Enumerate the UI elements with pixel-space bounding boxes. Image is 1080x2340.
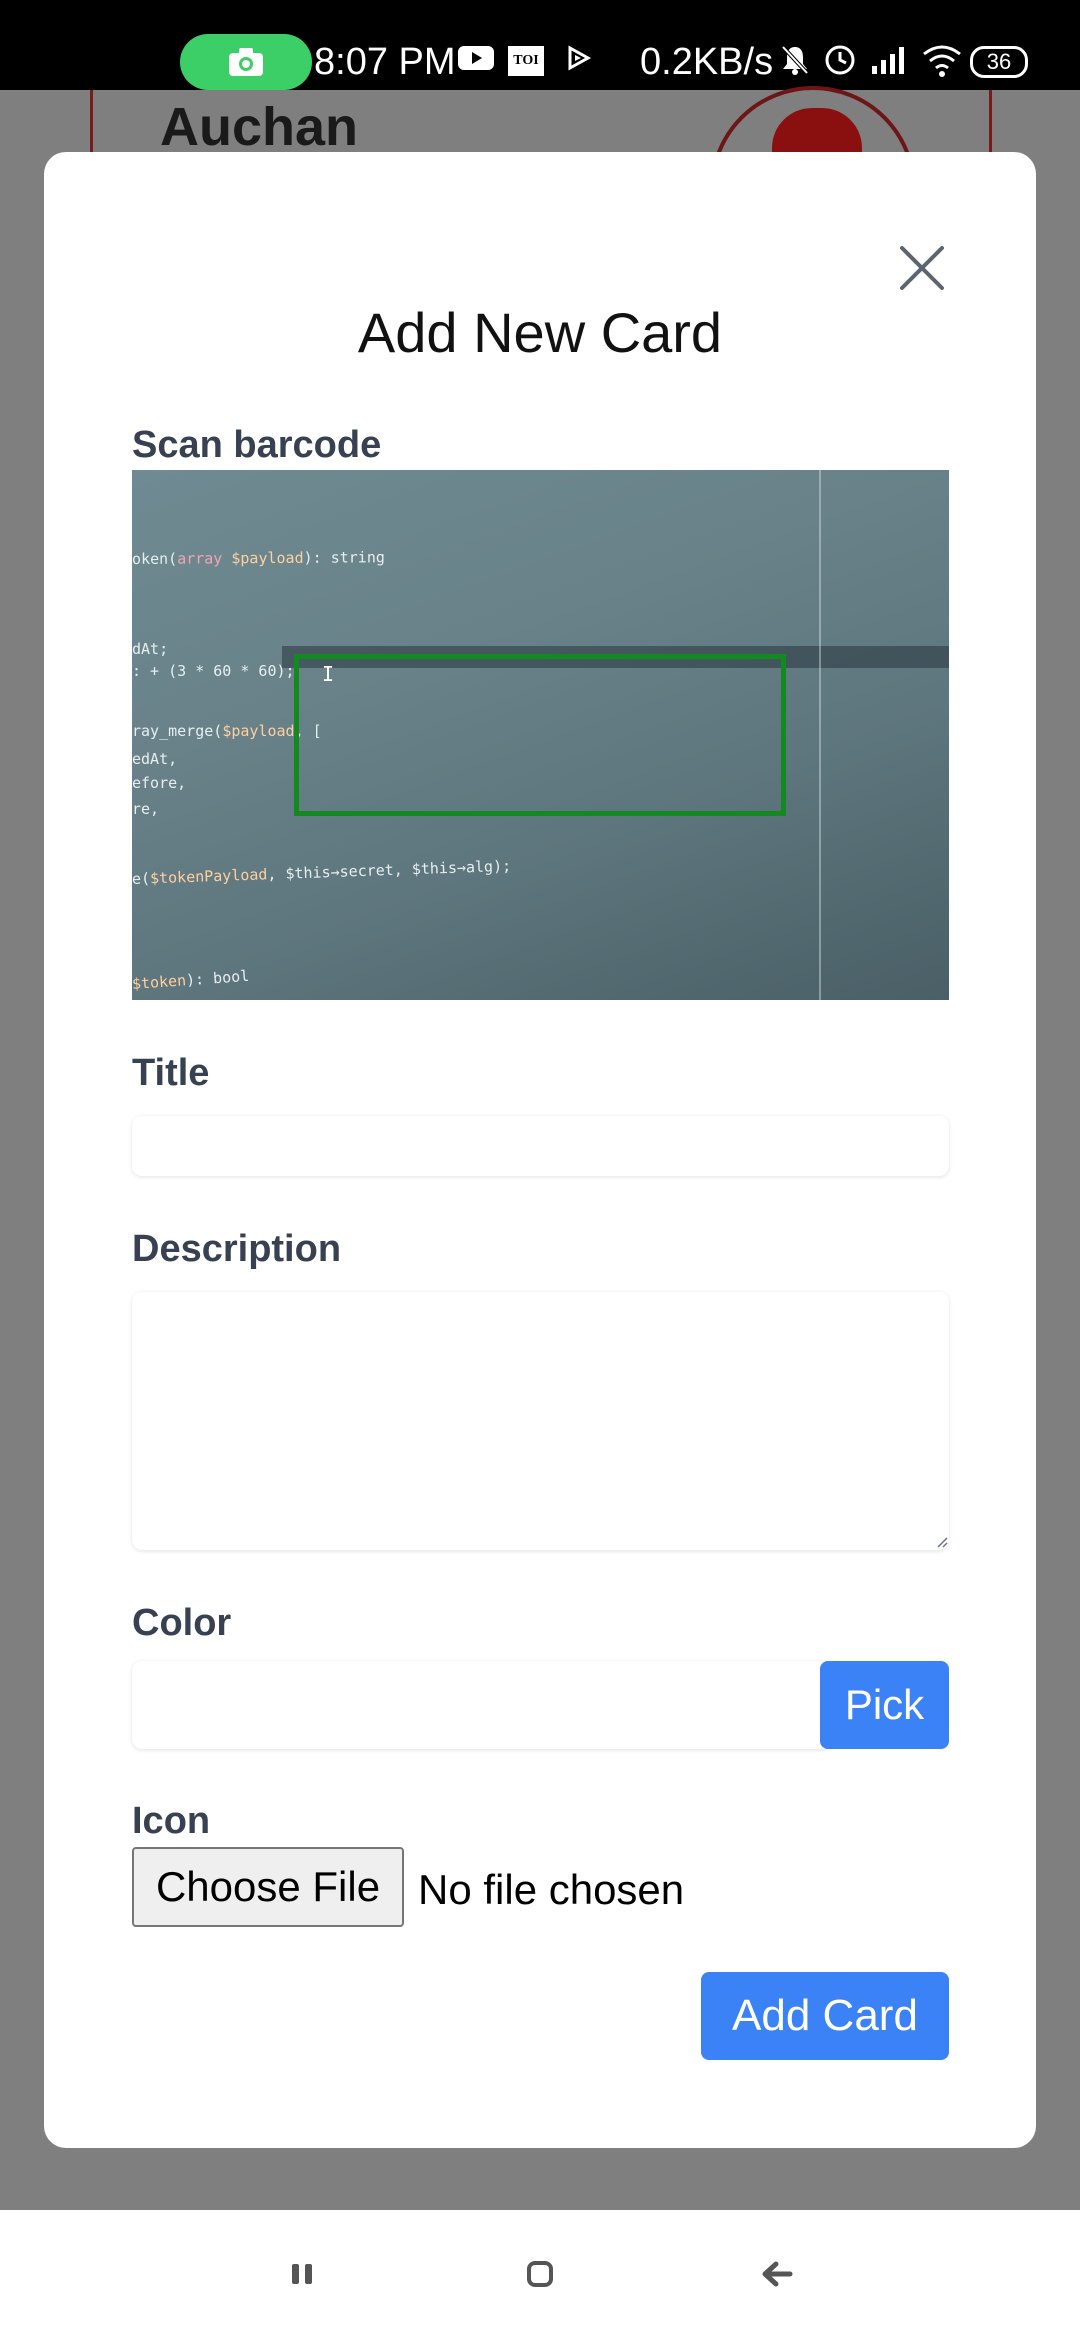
scan-target-frame [294,654,786,816]
description-label: Description [132,1228,342,1270]
wifi-icon [923,45,961,77]
back-icon[interactable] [760,2260,794,2288]
scanner-code-line: : + (3 * 60 * 60); [132,662,295,680]
scanner-code-line: e($tokenPayload, $this→secret, $this→alg… [132,856,512,888]
scanner-code-line: efore, [132,774,187,792]
text-cursor-icon: I [322,662,335,686]
color-input[interactable] [132,1661,832,1749]
scanner-code-line: $token): bool [132,966,250,993]
screen-record-indicator[interactable] [180,34,312,90]
camera-icon [229,48,263,76]
mute-icon [781,45,809,75]
youtube-icon [458,46,494,70]
play-icon [568,45,592,71]
title-label: Title [132,1052,210,1094]
background-card-title: Auchan [160,97,359,157]
title-input[interactable] [132,1116,949,1176]
icon-label: Icon [132,1800,211,1842]
barcode-scanner-view[interactable]: oken(array $payload): string dAt; : + (3 *… [132,470,949,1000]
scanner-code-line: edAt, [132,750,178,768]
signal-icon [872,47,904,74]
battery-icon: 36 [970,46,1028,78]
toi-icon: TOI [508,46,544,76]
add-card-button[interactable]: Add Card [701,1972,949,2060]
color-label: Color [132,1602,232,1644]
description-textarea[interactable] [132,1292,949,1550]
file-status: No file chosen [418,1866,685,1913]
status-bar: 8:07 PM TOI 0.2KB/s 36 [0,0,1080,90]
network-speed: 0.2KB/s [640,41,774,83]
resize-handle-icon[interactable] [936,1536,948,1548]
scanner-code-line: oken(array $payload): string [132,548,385,568]
scan-barcode-label: Scan barcode [132,424,382,466]
battery-level: 36 [986,49,1012,74]
scanner-code-line: dAt; [132,640,169,658]
close-icon[interactable] [898,244,946,292]
alarm-icon [825,45,855,75]
home-icon[interactable] [526,2260,554,2288]
pick-color-button[interactable]: Pick [820,1661,949,1749]
modal-title: Add New Card [357,301,723,364]
scanner-code-line: re, [132,800,160,818]
choose-file-button[interactable]: Choose File [132,1847,404,1927]
status-time: 8:07 PM [314,41,456,83]
recents-icon[interactable] [288,2260,316,2288]
